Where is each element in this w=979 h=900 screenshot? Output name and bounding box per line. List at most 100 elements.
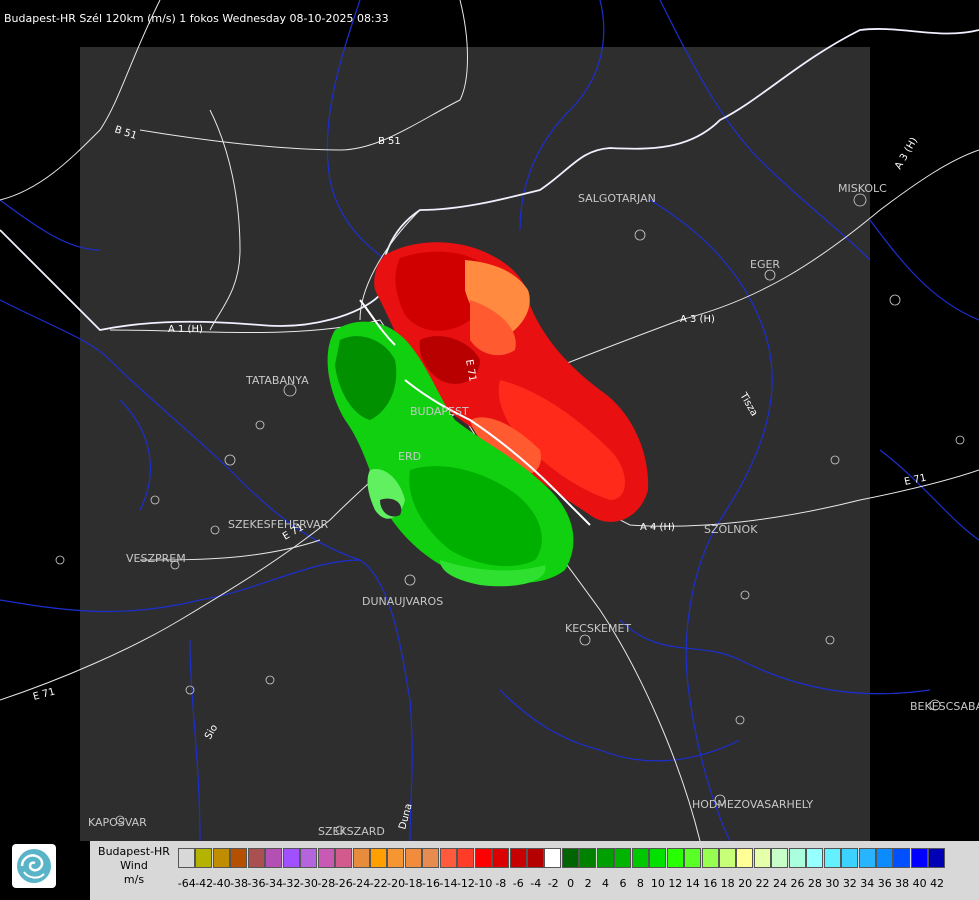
legend-swatch [910,848,928,868]
legend-tick-label: -6 [512,877,524,890]
legend-tick-label: -14 [439,877,458,890]
legend-swatch [492,848,510,868]
legend-tick-label: -20 [387,877,406,890]
legend-swatch [928,848,946,868]
legend-swatch [544,848,562,868]
legend-swatch [387,848,405,868]
legend-swatch [649,848,667,868]
city-label-veszprem: VESZPREM [126,552,186,565]
legend-tick-label: -8 [495,877,507,890]
legend-tick-label: -4 [530,877,542,890]
legend-swatch [509,848,527,868]
city-label-hodmezovasarhely: HODMEZOVASARHELY [692,798,813,811]
legend-quantity: Wind [120,859,148,872]
legend-tick-label: 24 [773,877,788,890]
legend-tick-label: 20 [738,877,753,890]
legend-swatch [561,848,579,868]
legend-swatch [893,848,911,868]
legend-tick-label: 16 [703,877,718,890]
legend-tick-label: 18 [720,877,735,890]
city-label-dunaujvaros: DUNAUJVAROS [362,595,443,608]
legend-tick-label: -18 [404,877,423,890]
legend-swatch [614,848,632,868]
city-label-eger: EGER [750,258,780,271]
legend-swatch [771,848,789,868]
city-label-budapest: BUDAPEST [410,405,469,418]
legend-swatch [736,848,754,868]
legend-unit: m/s [123,873,145,886]
legend-tick-label: -32 [282,877,301,890]
legend-swatch [422,848,440,868]
legend-tick-label: 4 [602,877,610,890]
road-label-a3-west: A 3 (H) [680,314,715,325]
city-label-bekescsaba: BEKESCSABA [910,700,979,713]
legend-swatch [404,848,422,868]
color-scale-legend: Budapest-HR Wind m/s -64 -42 -40 -38 -36 -34-… [90,841,979,900]
legend-swatch [178,848,195,868]
legend-swatch [265,848,283,868]
city-label-szekesfehervar: SZEKESFEHERVAR [228,518,329,531]
city-label-tatabanya: TATABANYA [245,374,309,387]
legend-tick-label: 22 [755,877,770,890]
legend-swatch [858,848,876,868]
legend-swatch [806,848,824,868]
legend-swatch [718,848,736,868]
road-label-a4: A 4 (H) [640,522,675,533]
legend-tick-label: -30 [299,877,318,890]
legend-swatch [631,848,649,868]
radar-map[interactable]: SALGOTARJAN MISKOLC EGER TATABANYA BUDAP… [0,0,979,841]
legend-tick-label: 36 [877,877,892,890]
legend-tick-label: -34 [264,877,283,890]
swirl-logo-icon [17,849,51,883]
city-label-kaposvar: KAPOSVAR [88,816,147,829]
legend-tick-label: 10 [650,877,665,890]
legend-swatch [457,848,475,868]
legend-swatch [753,848,771,868]
legend-swatch [369,848,387,868]
road-label-b51-east: B 51 [378,136,401,147]
city-label-erd: ERD [398,450,421,463]
city-label-szolnok: SZOLNOK [704,523,758,536]
legend-tick-label: 12 [668,877,683,890]
road-label-a1: A 1 (H) [168,324,203,335]
legend-tick-label: -26 [334,877,353,890]
city-label-miskolc: MISKOLC [838,182,887,195]
road-label-a3-east: A 3 (H) [893,136,920,172]
legend-tick-label: 34 [860,877,875,890]
legend-swatch [300,848,318,868]
legend-tick-label: -42 [195,877,214,890]
legend-swatch [596,848,614,868]
legend-swatch [212,848,230,868]
legend-swatch [247,848,265,868]
legend-tick-label: 26 [790,877,805,890]
legend-tick-label: -40 [212,877,231,890]
legend-title: Budapest-HR Wind m/s [90,845,178,887]
legend-tick-label: 38 [895,877,910,890]
legend-swatch [335,848,353,868]
legend-swatch [317,848,335,868]
legend-tick-label: -38 [230,877,249,890]
legend-swatch [788,848,806,868]
legend-swatch [282,848,300,868]
legend-swatch [579,848,597,868]
legend-tick-label: 0 [567,877,575,890]
legend-swatch [684,848,702,868]
legend-tick-label: 6 [619,877,627,890]
legend-swatch [195,848,213,868]
legend-tick-label: 40 [912,877,927,890]
legend-tick-label: 30 [825,877,840,890]
city-label-szekszard: SZEKSZARD [318,825,385,838]
legend-tick-label: -12 [456,877,475,890]
legend-tick-label: 8 [636,877,644,890]
legend-swatch [527,848,544,868]
legend-swatch [230,848,248,868]
legend-swatch [474,848,492,868]
legend-tick-label: -10 [474,877,493,890]
legend-tick-label: -64 [177,877,196,890]
legend-tick-label: 14 [685,877,700,890]
legend-swatch [701,848,719,868]
legend-tick-label: -24 [352,877,371,890]
legend-tick-label: -36 [247,877,266,890]
legend-swatch [439,848,457,868]
legend-tick-label: 32 [842,877,857,890]
